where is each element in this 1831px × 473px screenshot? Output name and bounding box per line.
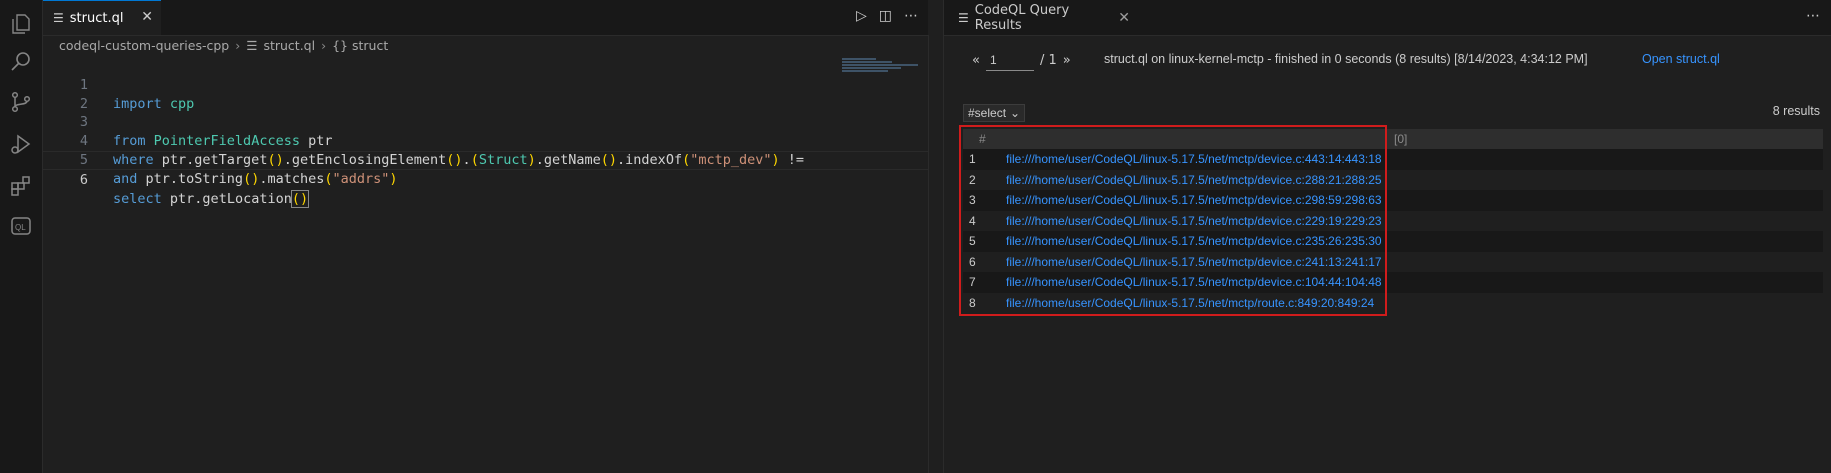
next-page-icon[interactable]: »: [1063, 53, 1071, 68]
page-total: / 1: [1039, 53, 1057, 68]
row-index: 4: [969, 213, 976, 228]
svg-text:QL: QL: [15, 223, 26, 232]
header-index[interactable]: #: [979, 132, 986, 146]
code-line: 3 from PointerFieldAccess ptr: [43, 95, 928, 149]
search-icon[interactable]: [5, 46, 37, 78]
breadcrumb-file[interactable]: struct.ql: [263, 38, 315, 53]
run-icon[interactable]: ▷: [856, 8, 867, 24]
code-line: 4 where ptr.getTarget().getEnclosingElem…: [43, 113, 928, 168]
code-line: 5 and ptr.toString().matches("addrs"): [43, 132, 928, 187]
more-actions-icon[interactable]: ⋯: [904, 8, 918, 24]
close-icon[interactable]: ✕: [1118, 10, 1130, 26]
table-header: # [0]: [963, 129, 1823, 149]
code-line-current: 6 select ptr.getLocation(): [43, 150, 928, 208]
result-set-select[interactable]: #select ⌄: [963, 104, 1026, 122]
chevron-right-icon: ›: [235, 38, 241, 53]
result-set-value: #select: [968, 106, 1007, 120]
tab-struct-ql[interactable]: ☰ struct.ql ✕: [43, 0, 161, 35]
editor-scrollbar[interactable]: [928, 35, 943, 473]
table-row: 7 file:///home/user/CodeQL/linux-5.17.5/n…: [963, 272, 1823, 293]
tab-label: struct.ql: [69, 10, 124, 26]
location-link[interactable]: file:///home/user/CodeQL/linux-5.17.5/ne…: [1006, 275, 1382, 289]
breadcrumb: codeql-custom-queries-cpp › ☰ struct.ql …: [59, 38, 388, 53]
results-table: # [0] 1 file:///home/user/CodeQL/linux-5.…: [963, 129, 1823, 313]
location-link[interactable]: file:///home/user/CodeQL/linux-5.17.5/ne…: [1006, 193, 1382, 207]
row-index: 7: [969, 275, 976, 289]
run-debug-icon[interactable]: [5, 128, 37, 160]
prev-page-icon[interactable]: «: [972, 53, 980, 68]
table-row: 3 file:///home/user/CodeQL/linux-5.17.5/n…: [963, 190, 1823, 211]
codeql-icon[interactable]: QL: [5, 210, 37, 242]
file-lines-icon: ☰: [958, 10, 969, 25]
table-row: 2 file:///home/user/CodeQL/linux-5.17.5/n…: [963, 169, 1823, 190]
more-actions-icon[interactable]: ⋯: [1806, 8, 1820, 24]
code-text: select ptr.getLocation(): [113, 189, 310, 208]
code-line: 1 import cpp: [43, 57, 928, 112]
activity-bar: QL: [0, 0, 43, 473]
table-row: 8 file:///home/user/CodeQL/linux-5.17.5/n…: [963, 292, 1823, 313]
source-control-icon[interactable]: [5, 86, 37, 118]
breadcrumb-symbol[interactable]: {} struct: [332, 38, 388, 53]
split-editor-icon[interactable]: ◫: [879, 8, 892, 24]
row-index: 1: [969, 152, 976, 166]
results-tab-bar: ☰ CodeQL Query Results ✕ ⋯: [944, 0, 1831, 36]
location-link[interactable]: file:///home/user/CodeQL/linux-5.17.5/ne…: [1006, 173, 1382, 187]
row-index: 3: [969, 193, 976, 207]
line-number: 6: [79, 171, 88, 188]
location-link[interactable]: file:///home/user/CodeQL/linux-5.17.5/ne…: [1006, 214, 1382, 228]
explorer-icon[interactable]: [5, 8, 37, 40]
extensions-icon[interactable]: [5, 170, 37, 202]
table-row: 1 file:///home/user/CodeQL/linux-5.17.5/n…: [963, 149, 1823, 170]
open-query-link[interactable]: Open struct.ql: [1642, 52, 1720, 66]
query-results-panel: ☰ CodeQL Query Results ✕ ⋯ « / 1 » struc…: [943, 0, 1831, 473]
row-index: 5: [969, 234, 976, 248]
chevron-down-icon: ⌄: [1010, 106, 1021, 120]
editor-actions: ▷ ◫ ⋯: [856, 8, 918, 24]
location-link[interactable]: file:///home/user/CodeQL/linux-5.17.5/ne…: [1006, 234, 1382, 248]
results-tab-label: CodeQL Query Results: [974, 2, 1070, 33]
row-index: 2: [969, 172, 976, 187]
close-icon[interactable]: ✕: [141, 9, 153, 25]
table-row: 4 file:///home/user/CodeQL/linux-5.17.5/n…: [963, 210, 1823, 231]
editor-tab-bar: ☰ struct.ql ✕ ▷ ◫ ⋯: [43, 0, 928, 36]
table-row: 6 file:///home/user/CodeQL/linux-5.17.5/n…: [963, 251, 1823, 272]
row-index: 8: [969, 295, 976, 310]
header-column-0[interactable]: [0]: [1394, 132, 1407, 146]
chevron-right-icon: ›: [321, 38, 327, 53]
table-row: 5 file:///home/user/CodeQL/linux-5.17.5/n…: [963, 231, 1823, 252]
location-link[interactable]: file:///home/user/CodeQL/linux-5.17.5/ne…: [1006, 296, 1374, 310]
file-lines-icon: ☰: [246, 38, 258, 53]
location-link[interactable]: file:///home/user/CodeQL/linux-5.17.5/ne…: [1006, 255, 1382, 269]
code-editor[interactable]: 1 import cpp 2 3 from PointerFieldAccess…: [43, 57, 928, 208]
result-count: 8 results: [1772, 104, 1820, 118]
row-index: 6: [969, 254, 976, 269]
page-input[interactable]: [985, 50, 1034, 71]
minimap[interactable]: [842, 58, 926, 78]
breadcrumb-folder[interactable]: codeql-custom-queries-cpp: [59, 38, 229, 53]
location-link[interactable]: file:///home/user/CodeQL/linux-5.17.5/ne…: [1006, 152, 1382, 166]
pagination: « / 1 »: [972, 50, 1071, 71]
code-text: and ptr.toString().matches("addrs"): [113, 170, 398, 187]
query-status: struct.ql on linux-kernel-mctp - finishe…: [1104, 52, 1588, 66]
tab-codeql-results[interactable]: ☰ CodeQL Query Results ✕: [944, 0, 1130, 35]
code-line: 2: [43, 76, 928, 112]
file-lines-icon: ☰: [53, 11, 64, 25]
